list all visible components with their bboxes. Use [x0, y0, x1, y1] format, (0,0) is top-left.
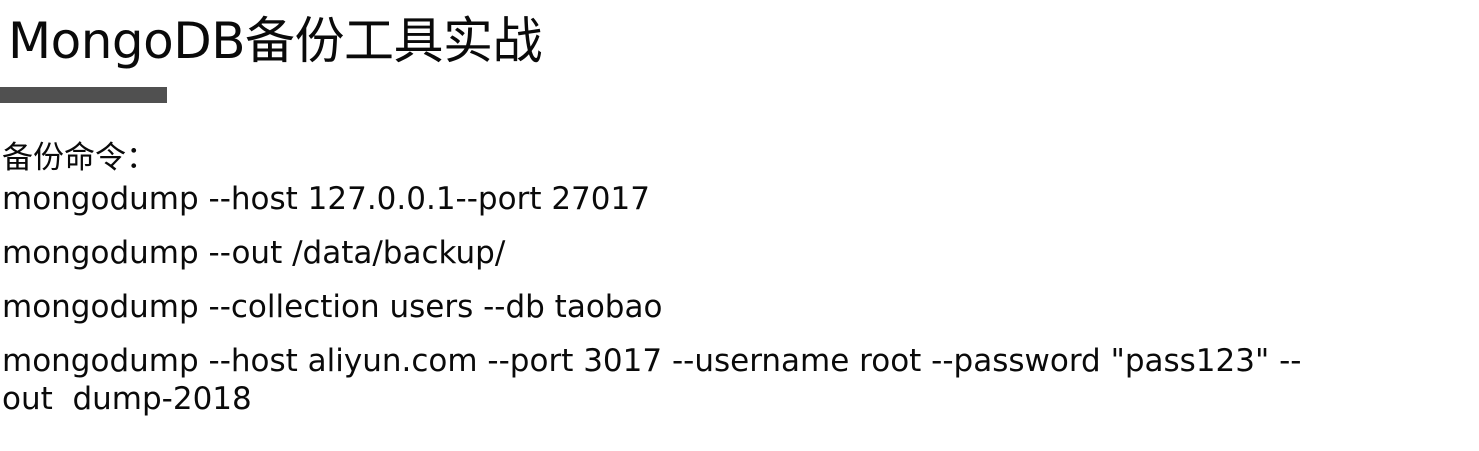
- command-line: mongodump --collection users --db taobao: [2, 289, 663, 325]
- slide-title: MongoDB备份工具实战: [8, 12, 543, 70]
- command-line: mongodump --host aliyun.com --port 3017 …: [2, 343, 1302, 417]
- section-label: 备份命令：: [2, 140, 157, 176]
- slide-content: 备份命令： mongodump --host 127.0.0.1--port 2…: [2, 136, 1462, 418]
- title-accent-bar: [0, 87, 167, 103]
- command-line: mongodump --out /data/backup/: [2, 235, 506, 271]
- command-line: mongodump --host 127.0.0.1--port 27017: [2, 181, 650, 217]
- slide: MongoDB备份工具实战 备份命令： mongodump --host 127…: [0, 0, 1479, 451]
